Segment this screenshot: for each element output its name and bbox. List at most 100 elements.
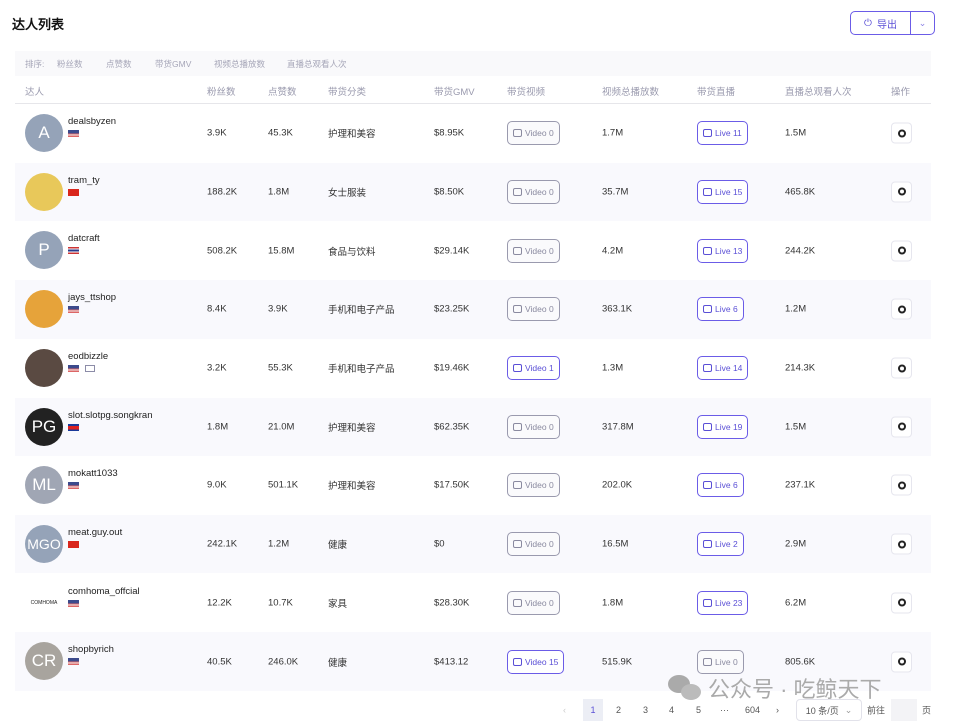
search-icon [897,540,906,549]
search-icon [897,187,906,196]
creator-name[interactable]: jays_ttshop [68,292,116,303]
videos-button[interactable]: Video 15 [507,649,565,674]
videos-button[interactable]: Video 0 [507,297,560,322]
videos-button[interactable]: Video 0 [507,179,560,204]
lives-button[interactable]: Live 6 [697,473,744,498]
live-viewers: 2.9M [785,538,807,550]
page-4[interactable]: 4 [669,705,674,715]
chevron-down-icon: ⌄ [844,704,853,715]
view-details-button[interactable] [891,474,912,496]
view-details-button[interactable] [891,122,912,144]
videos-button[interactable]: Video 0 [507,238,560,263]
flag-us-icon [68,306,79,314]
lives-button[interactable]: Live 23 [697,590,749,615]
avatar-initials: MGO [27,535,61,552]
lives-count: Live 13 [715,245,743,256]
likes: 1.2M [268,538,290,550]
page-3[interactable]: 3 [643,705,648,715]
avatar[interactable]: A [25,114,63,152]
sort-gmv[interactable]: 带货GMV [155,58,191,70]
creator-name[interactable]: meat.guy.out [68,527,122,538]
avatar-initials: ML [32,475,56,495]
gmv: $8.50K [434,186,465,198]
avatar[interactable] [25,172,63,211]
goto-page-input[interactable] [891,699,917,721]
view-details-button[interactable] [891,181,912,203]
creator-name[interactable]: slot.slotpg.songkran [68,410,153,421]
lives-button[interactable]: Live 13 [697,238,749,263]
live-viewers: 237.1K [785,479,816,491]
avatar[interactable]: MGO [25,524,63,563]
creator-name[interactable]: comhoma_offcial [68,586,140,597]
col-video-plays: 视频总播放数 [602,86,660,98]
prev-page-icon[interactable]: ‹ [563,705,566,715]
videos-count: Video 0 [525,128,554,139]
table-row: jays_ttshop 8.4K 3.9K 手机和电子产品 $23.25K Vi… [15,280,931,339]
creator-name[interactable]: dealsbyzen [68,116,116,127]
page-2[interactable]: 2 [616,705,621,715]
live-viewers: 6.2M [785,597,807,609]
view-details-button[interactable] [891,651,912,673]
avatar[interactable] [25,290,63,329]
page-ellipsis[interactable]: ··· [720,705,729,715]
view-details-button[interactable] [891,592,912,614]
category: 女士服装 [328,187,367,199]
lives-button[interactable]: Live 0 [697,649,744,674]
live-viewers: 1.2M [785,303,807,315]
videos-button[interactable]: Video 0 [507,121,560,146]
live-camera-icon [703,422,712,431]
export-dropdown-chevron-icon[interactable]: ⌄ [911,12,934,34]
view-details-button[interactable] [891,240,912,262]
next-page-icon[interactable]: › [776,705,779,715]
videos-button[interactable]: Video 0 [507,414,560,439]
videos-button[interactable]: Video 0 [507,590,560,615]
sort-followers[interactable]: 粉丝数 [57,58,83,70]
avatar[interactable]: ML [25,466,63,505]
creator-name[interactable]: tram_ty [68,175,100,186]
videos-button[interactable]: Video 0 [507,532,560,557]
creator-name[interactable]: shopbyrich [68,644,114,655]
lives-button[interactable]: Live 2 [697,532,744,557]
avatar[interactable]: COMHOMA [25,583,63,622]
live-camera-icon [703,598,712,607]
lives-count: Live 23 [715,597,743,608]
avatar[interactable]: PG [25,407,63,446]
lives-button[interactable]: Live 11 [697,121,748,146]
sort-likes[interactable]: 点赞数 [106,58,132,70]
view-details-button[interactable] [891,533,912,555]
avatar[interactable]: P [25,231,63,270]
sort-live-viewers[interactable]: 直播总观看人次 [287,58,347,70]
avatar[interactable] [25,348,63,387]
lives-button[interactable]: Live 19 [697,414,749,439]
gmv: $29.14K [434,245,470,257]
view-details-button[interactable] [891,416,912,438]
export-icon: ⏻ [864,17,872,29]
page-last[interactable]: 604 [745,705,760,715]
avatar[interactable]: CR [25,642,63,681]
live-viewers: 1.5M [785,421,807,433]
mail-icon[interactable] [85,364,95,372]
creator-name[interactable]: eodbizzle [68,351,108,362]
live-viewers: 244.2K [785,245,816,257]
category: 食品与饮料 [328,246,376,258]
lives-button[interactable]: Live 6 [697,297,744,322]
col-creator: 达人 [25,86,45,98]
followers: 242.1K [207,538,238,550]
likes: 246.0K [268,656,299,668]
view-details-button[interactable] [891,298,912,320]
view-details-button[interactable] [891,357,912,379]
page-size-select[interactable]: 10 条/页 ⌄ [796,699,862,721]
lives-button[interactable]: Live 14 [697,356,749,381]
sort-video-plays[interactable]: 视频总播放数 [214,58,265,70]
creator-name[interactable]: mokatt1033 [68,468,118,479]
videos-button[interactable]: Video 0 [507,473,560,498]
creator-name[interactable]: datcraft [68,233,100,244]
export-button[interactable]: ⏻ 导出 [851,12,911,34]
followers: 8.4K [207,303,227,315]
page-5[interactable]: 5 [696,705,701,715]
videos-button[interactable]: Video 1 [507,356,560,381]
col-category: 带货分类 [328,86,367,98]
gmv: $8.95K [434,127,465,139]
lives-button[interactable]: Live 15 [697,179,749,204]
page-1[interactable]: 1 [583,699,603,721]
